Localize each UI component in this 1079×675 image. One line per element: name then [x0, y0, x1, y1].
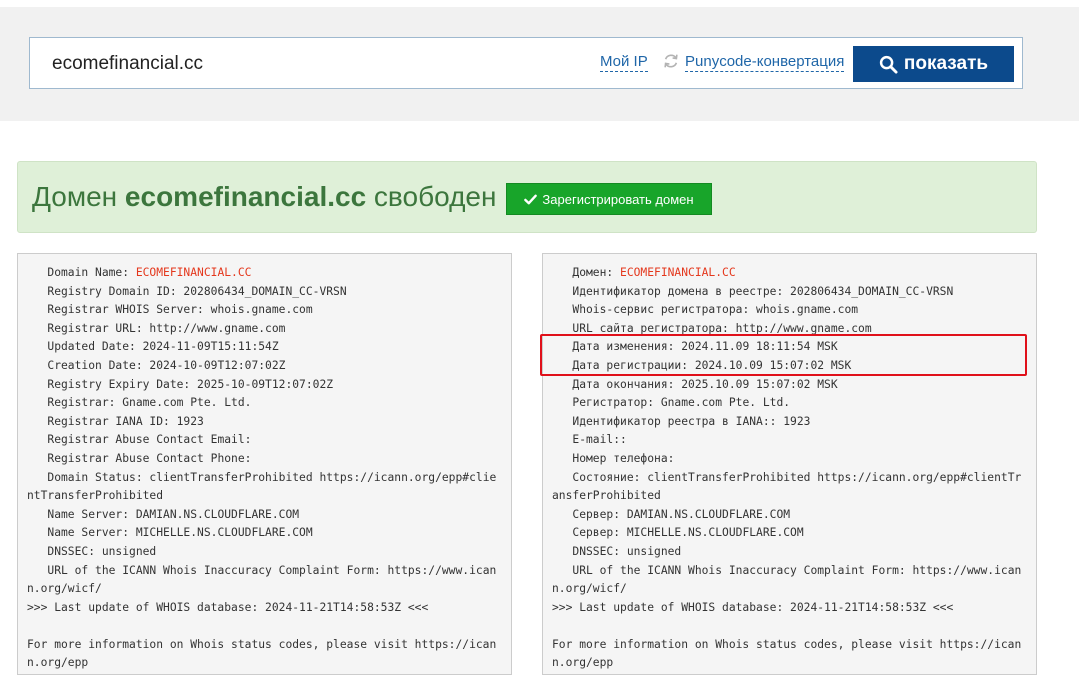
whois-line-text: Сервер: MICHELLE.NS.CLOUDFLARE.COM [552, 526, 804, 540]
register-domain-button[interactable]: Зарегистрировать домен [506, 183, 712, 215]
whois-line-text: Номер телефона: [552, 451, 675, 465]
whois-line: Creation Date: 2024-10-09T12:07:02Z [27, 357, 502, 376]
whois-line-text: Registrar: Gname.com Pte. Ltd. [27, 396, 252, 410]
whois-line: URL of the ICANN Whois Inaccuracy Compla… [552, 562, 1027, 599]
status-suffix: свободен [366, 181, 497, 212]
whois-line-text: URL of the ICANN Whois Inaccuracy Compla… [27, 563, 497, 596]
whois-line-text: Registrar Abuse Contact Phone: [27, 451, 252, 465]
whois-line-text: Registry Expiry Date: 2025-10-09T12:07:0… [27, 377, 334, 391]
whois-line-text: DNSSEC: unsigned [27, 544, 157, 558]
whois-line-text: Идентификатор реестра в IANA:: 1923 [552, 414, 811, 428]
whois-line-text: Domain Name: [27, 266, 136, 279]
whois-line: Whois-сервис регистратора: whois.gname.c… [552, 301, 1027, 320]
whois-line-text: Registrar URL: http://www.gname.com [27, 321, 286, 335]
whois-line-text: Name Server: DAMIAN.NS.CLOUDFLARE.COM [27, 507, 300, 521]
whois-text-ru: Домен: ECOMEFINANCIAL.CC Идентификатор д… [543, 254, 1036, 674]
whois-panel-ru: Домен: ECOMEFINANCIAL.CC Идентификатор д… [542, 253, 1037, 675]
whois-line: E-mail:: [552, 431, 1027, 450]
whois-line-text: For more information on Whois status cod… [552, 637, 1022, 670]
whois-line: Сервер: MICHELLE.NS.CLOUDFLARE.COM [552, 524, 1027, 543]
whois-text-en: Domain Name: ECOMEFINANCIAL.CC Registry … [18, 254, 511, 674]
whois-line-text: E-mail:: [552, 433, 627, 447]
whois-line-text: Домен: [552, 266, 621, 279]
whois-line-text: >>> Last update of WHOIS database: 2024-… [552, 600, 954, 614]
whois-line: >>> Last update of WHOIS database: 2024-… [552, 599, 1027, 618]
whois-panel-en: Domain Name: ECOMEFINANCIAL.CC Registry … [17, 253, 512, 675]
whois-line-text: >>> Last update of WHOIS database: 2024-… [27, 600, 429, 614]
show-button[interactable]: показать [853, 46, 1014, 82]
show-button-label: показать [903, 53, 989, 74]
whois-line: Domain Name: ECOMEFINANCIAL.CC [27, 264, 502, 283]
domain-input[interactable] [52, 52, 382, 76]
whois-line-text: Domain Status: clientTransferProhibited … [27, 470, 497, 503]
whois-line: >>> Last update of WHOIS database: 2024-… [27, 599, 502, 618]
whois-line: Домен: ECOMEFINANCIAL.CC [552, 264, 1027, 283]
whois-line-text: URL of the ICANN Whois Inaccuracy Compla… [552, 563, 1022, 596]
whois-line-text [27, 619, 34, 632]
punycode-link[interactable]: Punycode-конвертация [685, 53, 845, 72]
whois-line: DNSSEC: unsigned [552, 543, 1027, 562]
whois-line-text: Registrar IANA ID: 1923 [27, 414, 204, 428]
status-prefix: Домен [32, 181, 125, 212]
whois-domain-value: ECOMEFINANCIAL.CC [135, 266, 252, 279]
whois-line: Идентификатор реестра в IANA:: 1923 [552, 413, 1027, 432]
whois-line-text: Идентификатор домена в реестре: 20280643… [552, 284, 954, 298]
domain-status-alert: Домен ecomefinancial.cc свободен Зарегис… [17, 161, 1037, 233]
whois-line: DNSSEC: unsigned [27, 543, 502, 562]
whois-line-text: Состояние: clientTransferProhibited http… [552, 470, 1022, 503]
whois-line-text: Сервер: DAMIAN.NS.CLOUDFLARE.COM [552, 507, 791, 521]
check-icon [524, 194, 538, 204]
domain-status-title: Домен ecomefinancial.cc свободен [32, 180, 496, 214]
whois-line-text: Whois-сервис регистратора: whois.gname.c… [552, 303, 859, 317]
search-form: Мой IP Punycode-конвертация показать [29, 37, 1023, 89]
whois-line: Registrar WHOIS Server: whois.gname.com [27, 301, 502, 320]
whois-line-text: Registrar Abuse Contact Email: [27, 433, 252, 447]
whois-line-text: Name Server: MICHELLE.NS.CLOUDFLARE.COM [27, 526, 313, 540]
whois-line-text [552, 619, 559, 632]
whois-line: Name Server: MICHELLE.NS.CLOUDFLARE.COM [27, 524, 502, 543]
whois-line: Дата окончания: 2025.10.09 15:07:02 MSK [552, 376, 1027, 395]
whois-line: Domain Status: clientTransferProhibited … [27, 469, 502, 506]
whois-line-text: Дата окончания: 2025.10.09 15:07:02 MSK [552, 377, 838, 391]
whois-line: Updated Date: 2024-11-09T15:11:54Z [27, 338, 502, 357]
whois-line: Registrar URL: http://www.gname.com [27, 320, 502, 339]
my-ip-link[interactable]: Мой IP [600, 53, 648, 72]
whois-line: Registrar: Gname.com Pte. Ltd. [27, 394, 502, 413]
whois-line: For more information on Whois status cod… [552, 636, 1027, 673]
whois-line: For more information on Whois status cod… [27, 636, 502, 673]
whois-line: Registrar Abuse Contact Email: [27, 431, 502, 450]
whois-line-text: DNSSEC: unsigned [552, 544, 682, 558]
whois-line: Registrar Abuse Contact Phone: [27, 450, 502, 469]
status-domain: ecomefinancial.cc [124, 181, 367, 212]
whois-line-text: For more information on Whois status cod… [27, 637, 497, 670]
whois-line: Регистратор: Gname.com Pte. Ltd. [552, 394, 1027, 413]
whois-line: Сервер: DAMIAN.NS.CLOUDFLARE.COM [552, 506, 1027, 525]
highlight-box [540, 334, 1027, 376]
whois-domain-value: ECOMEFINANCIAL.CC [620, 266, 736, 279]
whois-line: Name Server: DAMIAN.NS.CLOUDFLARE.COM [27, 506, 502, 525]
whois-line [552, 617, 1027, 636]
whois-line: Номер телефона: [552, 450, 1027, 469]
whois-line-text: Registrar WHOIS Server: whois.gname.com [27, 303, 313, 317]
whois-line: URL of the ICANN Whois Inaccuracy Compla… [27, 562, 502, 599]
whois-line: Registrar IANA ID: 1923 [27, 413, 502, 432]
whois-line-text: Creation Date: 2024-10-09T12:07:02Z [27, 358, 286, 372]
whois-line: Идентификатор домена в реестре: 20280643… [552, 283, 1027, 302]
register-button-label: Зарегистрировать домен [542, 191, 694, 207]
search-icon [879, 55, 898, 74]
whois-line: Registry Expiry Date: 2025-10-09T12:07:0… [27, 376, 502, 395]
whois-line-text: URL сайта регистратора: http://www.gname… [552, 321, 872, 335]
whois-line-text: Регистратор: Gname.com Pte. Ltd. [552, 396, 791, 410]
whois-line: Состояние: clientTransferProhibited http… [552, 469, 1027, 506]
whois-line [27, 617, 502, 636]
refresh-icon [664, 54, 678, 68]
whois-line-text: Updated Date: 2024-11-09T15:11:54Z [27, 340, 279, 354]
whois-line-text: Registry Domain ID: 202806434_DOMAIN_CC-… [27, 284, 347, 298]
whois-line: Registry Domain ID: 202806434_DOMAIN_CC-… [27, 283, 502, 302]
